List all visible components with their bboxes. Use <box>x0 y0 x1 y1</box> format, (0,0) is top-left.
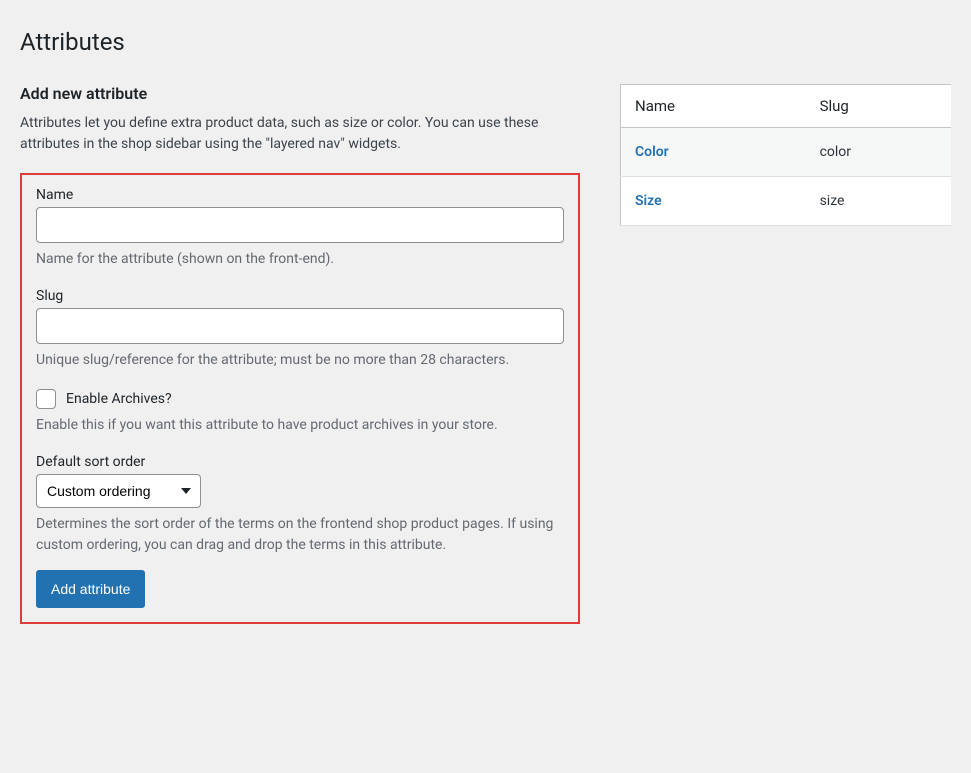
attribute-name-link[interactable]: Size <box>635 193 662 209</box>
attributes-table: Name Slug Color color Size size <box>620 84 951 226</box>
sort-order-label: Default sort order <box>36 454 564 470</box>
add-attribute-button[interactable]: Add attribute <box>36 570 145 608</box>
attribute-name-link[interactable]: Color <box>635 144 669 160</box>
enable-archives-label[interactable]: Enable Archives? <box>66 391 172 407</box>
sort-order-description: Determines the sort order of the terms o… <box>36 514 564 556</box>
archives-description: Enable this if you want this attribute t… <box>36 415 564 436</box>
name-input[interactable] <box>36 207 564 243</box>
table-header-slug: Slug <box>806 85 951 128</box>
sort-order-field-group: Default sort order Custom ordering Deter… <box>36 454 564 556</box>
attribute-slug-cell: color <box>806 128 951 177</box>
name-field-group: Name Name for the attribute (shown on th… <box>36 187 564 270</box>
add-attribute-form: Name Name for the attribute (shown on th… <box>20 173 580 624</box>
attribute-slug-cell: size <box>806 177 951 226</box>
table-header-name: Name <box>621 85 806 128</box>
slug-input[interactable] <box>36 308 564 344</box>
page-title: Attributes <box>20 20 951 56</box>
attributes-list-column: Name Slug Color color Size size <box>620 84 951 624</box>
slug-description: Unique slug/reference for the attribute;… <box>36 350 564 371</box>
form-intro: Attributes let you define extra product … <box>20 113 580 155</box>
enable-archives-checkbox[interactable] <box>36 389 56 409</box>
name-description: Name for the attribute (shown on the fro… <box>36 249 564 270</box>
table-row: Color color <box>621 128 952 177</box>
archives-field-group: Enable Archives? Enable this if you want… <box>36 389 564 436</box>
form-heading: Add new attribute <box>20 84 580 103</box>
slug-field-group: Slug Unique slug/reference for the attri… <box>36 288 564 371</box>
sort-order-select[interactable]: Custom ordering <box>36 474 201 508</box>
add-attribute-column: Add new attribute Attributes let you def… <box>20 84 580 624</box>
table-row: Size size <box>621 177 952 226</box>
slug-label: Slug <box>36 288 564 304</box>
name-label: Name <box>36 187 564 203</box>
